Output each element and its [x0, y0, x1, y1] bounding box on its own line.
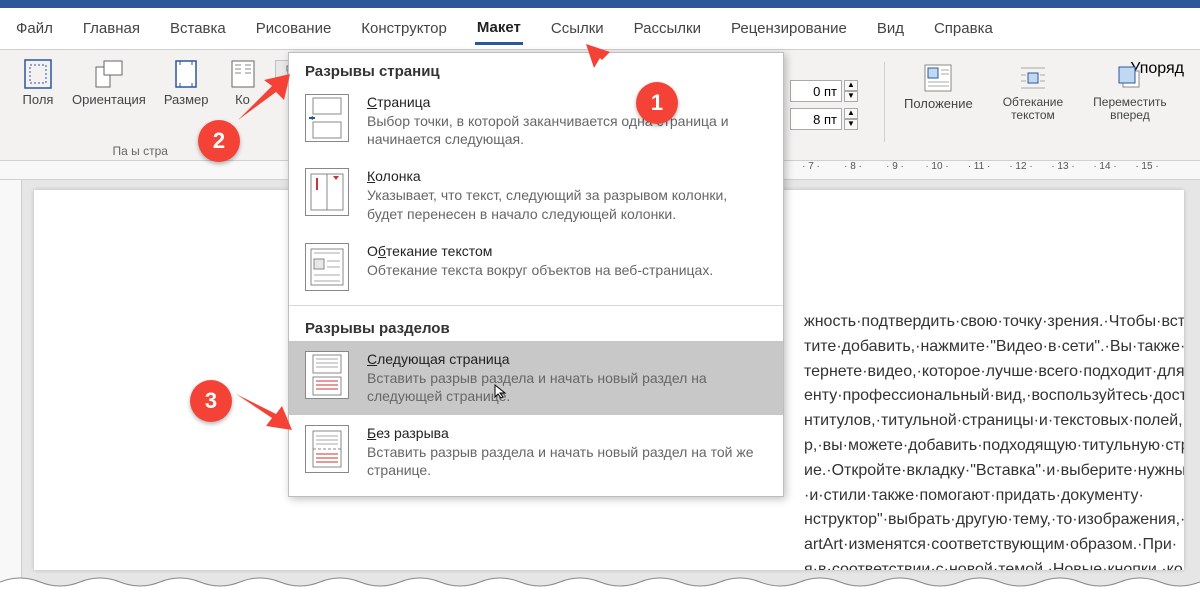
break-column-item[interactable]: Колонка Указывает, что текст, следующий …: [289, 158, 783, 232]
break-page-title: Страница: [367, 94, 767, 110]
tab-review[interactable]: Рецензирование: [729, 14, 849, 43]
torn-edge: [0, 572, 1200, 592]
section-breaks-header: Разрывы разделов: [289, 310, 783, 341]
bring-forward-button[interactable]: Переместить вперед: [1089, 60, 1171, 124]
spacing-before-spinner[interactable]: ▲▼: [790, 80, 858, 102]
dropdown-separator: [289, 305, 783, 306]
up-arrow-icon[interactable]: ▲: [844, 108, 858, 119]
title-bar: [0, 0, 1200, 8]
page-breaks-header: Разрывы страниц: [289, 53, 783, 84]
break-column-desc: Указывает, что текст, следующий за разры…: [367, 186, 767, 222]
position-button[interactable]: Положение: [900, 60, 977, 113]
break-page-desc: Выбор точки, в которой заканчивается одн…: [367, 112, 767, 148]
break-wrapping-title: Обтекание текстом: [367, 243, 713, 259]
break-wrapping-item[interactable]: Обтекание текстом Обтекание текста вокру…: [289, 233, 783, 301]
wrap-text-label: Обтекание текстом: [1003, 96, 1063, 122]
wrap-text-icon: [1017, 62, 1049, 94]
break-wrapping-desc: Обтекание текста вокруг объектов на веб-…: [367, 261, 713, 279]
orientation-icon: [93, 58, 125, 90]
tab-layout[interactable]: Макет: [475, 13, 523, 45]
tab-view[interactable]: Вид: [875, 14, 906, 43]
margins-icon: [22, 58, 54, 90]
tab-mailings[interactable]: Рассылки: [632, 14, 703, 43]
break-next-page-desc: Вставить разрыв раздела и начать новый р…: [367, 369, 767, 405]
break-page-item[interactable]: Страница Выбор точки, в которой заканчив…: [289, 84, 783, 158]
break-next-page-title: Следующая страница: [367, 351, 767, 367]
callout-2-arrow: [228, 70, 298, 130]
size-label: Размер: [164, 92, 209, 107]
page-break-icon: [305, 94, 349, 142]
cursor-icon: [493, 383, 509, 399]
vertical-ruler: [0, 180, 22, 590]
tab-insert[interactable]: Вставка: [168, 14, 228, 43]
breaks-dropdown: Разрывы страниц Страница Выбор точки, в …: [288, 52, 784, 497]
bring-forward-label: Переместить вперед: [1093, 96, 1167, 122]
up-arrow-icon[interactable]: ▲: [844, 80, 858, 91]
tab-help[interactable]: Справка: [932, 14, 995, 43]
down-arrow-icon[interactable]: ▼: [844, 91, 858, 102]
send-backward-button[interactable]: Пер: [1193, 60, 1200, 113]
break-continuous-desc: Вставить разрыв раздела и начать новый р…: [367, 443, 767, 479]
tab-draw[interactable]: Рисование: [254, 14, 334, 43]
wrap-text-button[interactable]: Обтекание текстом: [999, 60, 1067, 124]
orientation-button[interactable]: Ориентация: [68, 56, 150, 109]
callout-3: 3: [190, 380, 232, 422]
down-arrow-icon[interactable]: ▼: [844, 119, 858, 130]
size-icon: [170, 58, 202, 90]
bring-forward-icon: [1114, 62, 1146, 94]
callout-2: 2: [198, 120, 240, 162]
break-column-title: Колонка: [367, 168, 767, 184]
spacing-after-input[interactable]: [790, 108, 842, 130]
next-page-break-icon: [305, 351, 349, 399]
orientation-label: Ориентация: [72, 92, 146, 107]
callout-3-arrow: [230, 388, 300, 438]
break-continuous-title: Без разрыва: [367, 425, 767, 441]
spacing-before-input[interactable]: [790, 80, 842, 102]
margins-button[interactable]: Поля: [18, 56, 58, 109]
tab-file[interactable]: Файл: [14, 14, 55, 43]
margins-label: Поля: [23, 92, 54, 107]
position-icon: [922, 62, 954, 94]
position-label: Положение: [904, 96, 973, 111]
size-button[interactable]: Размер: [160, 56, 213, 109]
break-continuous-item[interactable]: Без разрыва Вставить разрыв раздела и на…: [289, 415, 783, 489]
break-next-page-item[interactable]: Следующая страница Вставить разрыв разде…: [289, 341, 783, 415]
spacing-after-spinner[interactable]: ▲▼: [790, 108, 858, 130]
column-break-icon: [305, 168, 349, 216]
continuous-break-icon: [305, 425, 349, 473]
text-wrapping-break-icon: [305, 243, 349, 291]
callout-1: 1: [636, 82, 678, 124]
tab-references[interactable]: Ссылки: [549, 14, 606, 43]
tab-home[interactable]: Главная: [81, 14, 142, 43]
tab-design[interactable]: Конструктор: [359, 14, 449, 43]
